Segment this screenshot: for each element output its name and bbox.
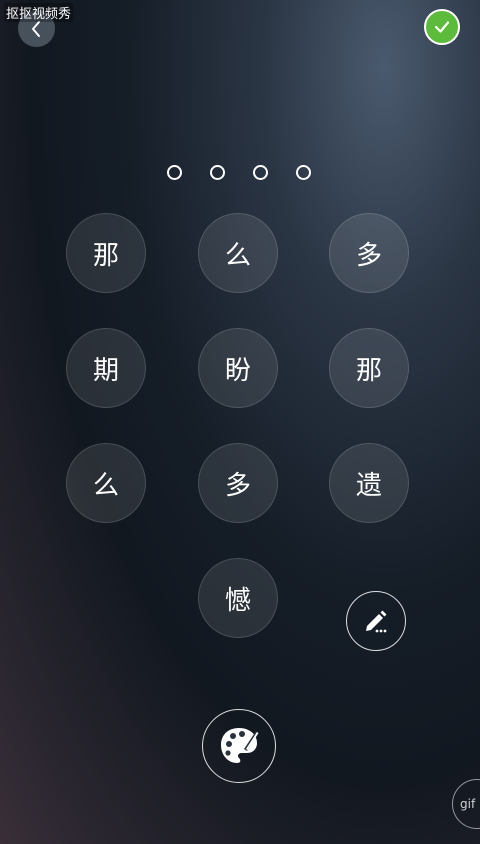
key-4[interactable]: 期: [66, 328, 146, 408]
key-5[interactable]: 盼: [198, 328, 278, 408]
pencil-icon: [366, 610, 387, 633]
key-7[interactable]: 么: [66, 443, 146, 523]
check-icon: [434, 21, 450, 33]
pin-dot: [167, 165, 182, 180]
palette-button[interactable]: [202, 709, 276, 783]
key-9[interactable]: 遗: [329, 443, 409, 523]
palette-icon: [221, 728, 259, 763]
pin-dot: [253, 165, 268, 180]
key-2[interactable]: 么: [198, 213, 278, 293]
gif-label: gif: [460, 797, 476, 811]
gif-button[interactable]: gif: [452, 779, 480, 829]
key-3[interactable]: 多: [329, 213, 409, 293]
pin-dot: [296, 165, 311, 180]
key-6[interactable]: 那: [329, 328, 409, 408]
edit-button[interactable]: [346, 591, 406, 651]
key-1[interactable]: 那: [66, 213, 146, 293]
chevron-left-icon: [31, 20, 40, 37]
key-0[interactable]: 憾: [198, 558, 278, 638]
confirm-button[interactable]: [424, 9, 460, 45]
pin-dot: [210, 165, 225, 180]
key-8[interactable]: 多: [198, 443, 278, 523]
watermark: 抠抠视频秀: [4, 3, 74, 22]
pin-indicator: [167, 165, 317, 181]
